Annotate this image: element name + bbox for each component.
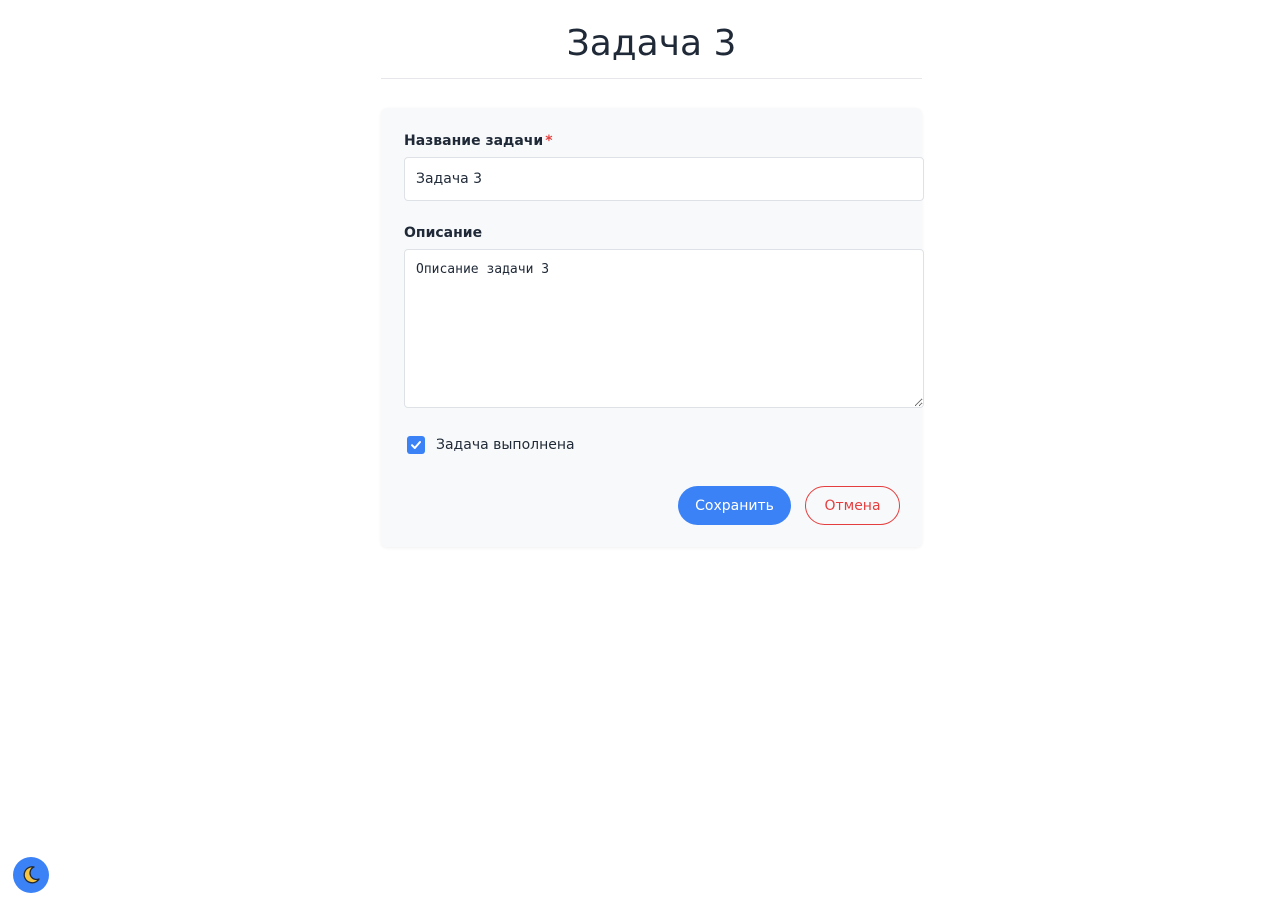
title-label-text: Название задачи [404, 133, 544, 149]
title-divider [381, 78, 922, 79]
page-title: Задача 3 [566, 23, 737, 64]
cancel-button[interactable]: Отмена [805, 486, 900, 525]
title-input[interactable] [404, 157, 924, 201]
checkmark-icon [411, 441, 421, 449]
theme-toggle-button[interactable] [13, 857, 49, 893]
description-textarea[interactable]: Описание задачи 3 [404, 249, 924, 408]
required-mark: * [545, 133, 553, 149]
completed-label[interactable]: Задача выполнена [436, 437, 575, 453]
description-label: Описание [404, 225, 483, 241]
completed-checkbox[interactable] [407, 436, 425, 454]
title-field-label: Название задачи * [404, 133, 553, 149]
save-button[interactable]: Сохранить [678, 486, 791, 525]
moon-icon [23, 866, 40, 884]
